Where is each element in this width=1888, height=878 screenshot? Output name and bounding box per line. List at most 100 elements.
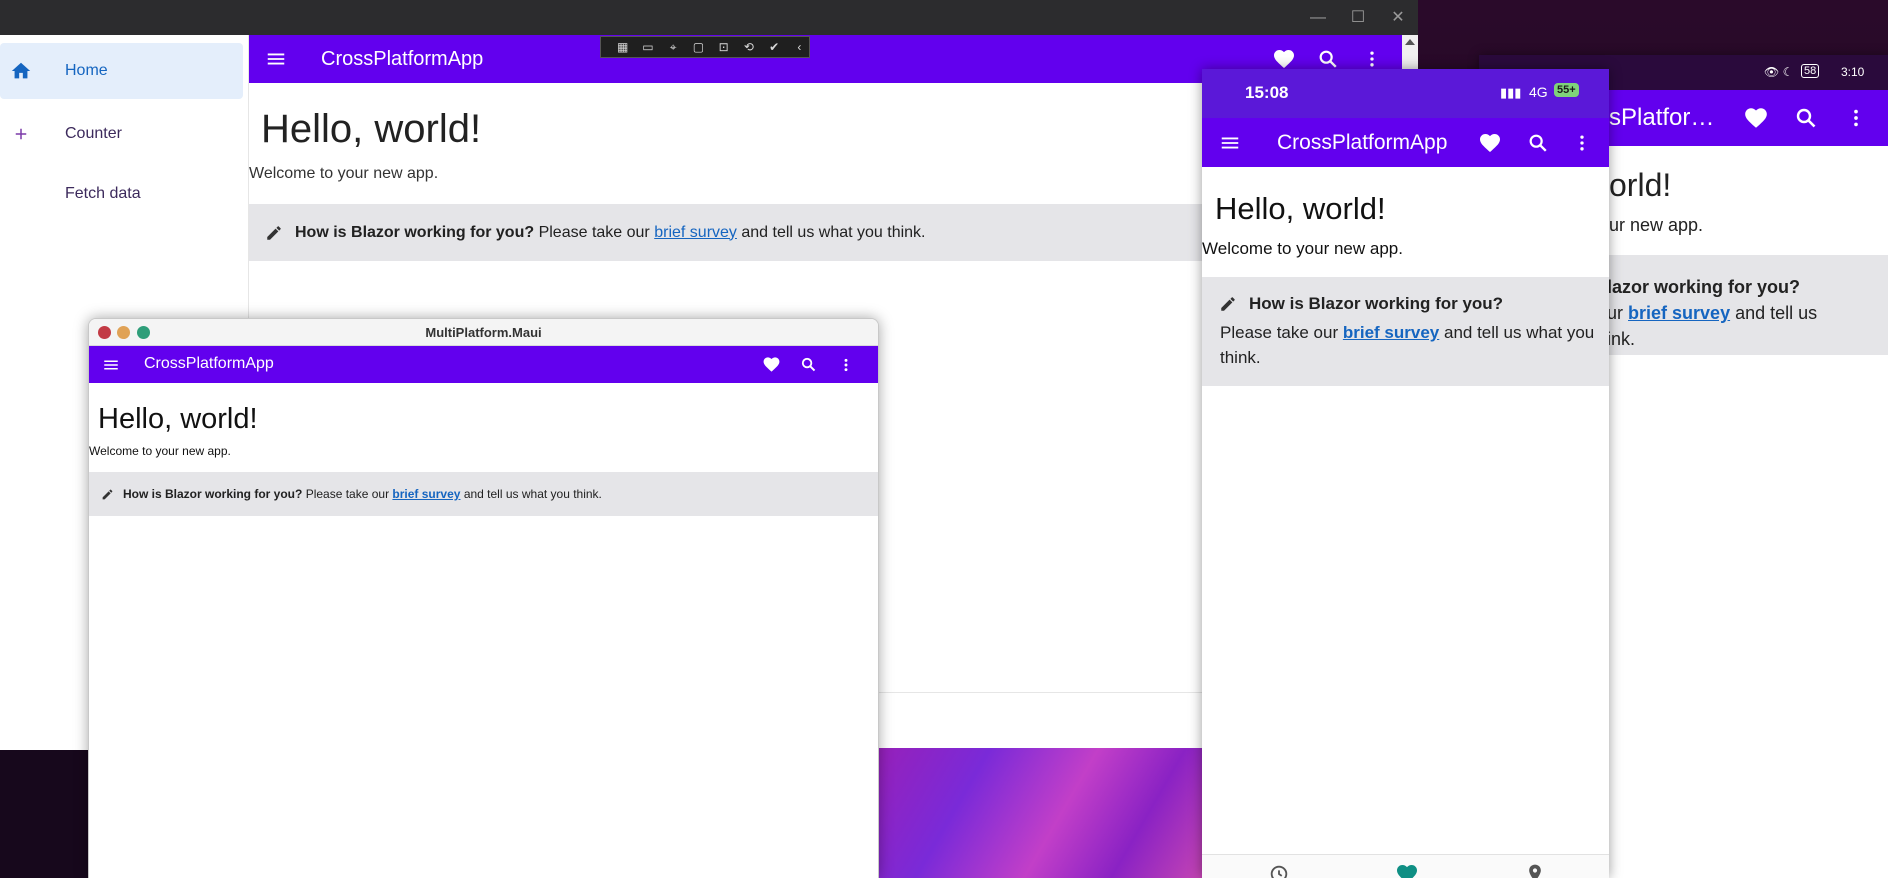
nav-item-label: Counter: [65, 125, 122, 142]
app-title: CrossPlatformApp: [1277, 131, 1448, 154]
hot-reload-icon[interactable]: ⟲: [739, 39, 758, 55]
search-button[interactable]: [1515, 118, 1561, 167]
more-vert-icon: [1362, 49, 1382, 69]
page-title: orld!: [1609, 167, 1672, 203]
survey-text: ink.: [1607, 329, 1636, 349]
more-options-button[interactable]: [828, 346, 864, 383]
scroll-up-arrow[interactable]: [1405, 39, 1415, 45]
select-element-icon[interactable]: ▦: [613, 39, 632, 55]
battery-indicator: 55+: [1554, 83, 1579, 97]
menu-icon: [265, 48, 287, 70]
network-type: 4G: [1529, 84, 1548, 100]
survey-link[interactable]: brief survey: [392, 487, 460, 501]
favorite-button[interactable]: [1732, 94, 1780, 142]
more-options-button[interactable]: [1560, 118, 1604, 167]
favorite-button[interactable]: [1467, 118, 1513, 167]
pencil-icon: [265, 224, 283, 242]
pencil-icon: [1219, 295, 1237, 313]
clock: 3:10: [1841, 65, 1865, 79]
android-phone-window: 15:08 ▮▮▮ 4G 55+ CrossPlatformApp Hello,…: [1202, 69, 1609, 878]
heart-icon: [762, 355, 781, 374]
search-icon: [1794, 106, 1818, 130]
mac-app-window: MultiPlatform.Maui CrossPlatformApp Hell…: [88, 318, 879, 878]
search-icon: [800, 356, 817, 373]
window-titlebar: — ☐ ✕: [0, 0, 1418, 35]
more-vert-icon: [1572, 133, 1592, 153]
clock: 15:08: [1245, 83, 1289, 102]
survey-text: Please take our: [305, 487, 390, 501]
survey-question: How is Blazor working for you?: [1249, 294, 1504, 313]
status-bar: 15:08 ▮▮▮ 4G 55+: [1202, 69, 1609, 118]
pencil-icon: [101, 488, 114, 501]
nav-item-label: Home: [65, 62, 108, 79]
nav-item-counter[interactable]: Counter: [0, 106, 243, 162]
layout-icon[interactable]: ▢: [689, 39, 708, 55]
app-bar: CrossPlatformApp: [89, 346, 878, 383]
survey-link[interactable]: brief survey: [1628, 303, 1730, 323]
survey-prompt: How is Blazor working for you? Please ta…: [249, 204, 1209, 261]
more-options-button[interactable]: [1832, 94, 1880, 142]
welcome-text: Welcome to your new app.: [89, 444, 231, 458]
search-icon: [1317, 48, 1339, 70]
page-title: Hello, world!: [261, 107, 482, 151]
collapse-icon[interactable]: ‹: [790, 39, 809, 55]
signal-icon: ▮▮▮: [1500, 85, 1522, 100]
survey-text: and tell us what you think.: [463, 487, 602, 501]
menu-button[interactable]: [89, 346, 133, 383]
survey-prompt: How is Blazor working for you? Please ta…: [89, 472, 878, 516]
search-button[interactable]: [1782, 94, 1830, 142]
survey-prompt: How is Blazor working for you? Please ta…: [1202, 277, 1609, 386]
plus-icon: [1, 106, 41, 162]
welcome-text: Welcome to your new app.: [1202, 239, 1403, 258]
welcome-text: Welcome to your new app.: [249, 165, 439, 182]
menu-icon: [1219, 132, 1241, 154]
survey-link[interactable]: brief survey: [654, 224, 737, 242]
battery-indicator: 58: [1801, 64, 1820, 78]
heart-icon: [1272, 47, 1296, 71]
wallpaper: [860, 748, 1220, 878]
menu-button[interactable]: [249, 35, 303, 83]
favorite-button[interactable]: [753, 346, 789, 383]
survey-text: Please take our: [538, 223, 650, 241]
app-title: sPlatfor…: [1609, 104, 1715, 131]
maximize-button[interactable]: ☐: [1338, 4, 1378, 32]
survey-body: Please take our brief survey and tell us…: [1220, 320, 1605, 370]
menu-button[interactable]: [1208, 118, 1252, 167]
welcome-text: ur new app.: [1609, 215, 1704, 235]
more-vert-icon: [1845, 107, 1867, 129]
heart-icon[interactable]: [1395, 862, 1419, 878]
survey-link[interactable]: brief survey: [1343, 323, 1439, 342]
location-icon[interactable]: [1525, 862, 1545, 878]
nav-item-home[interactable]: Home: [0, 43, 243, 99]
status-icons: 👁 ☾: [1764, 65, 1794, 79]
survey-text: ur: [1607, 303, 1624, 323]
pointer-icon[interactable]: ⌖: [664, 39, 683, 55]
adorners-icon[interactable]: ⊡: [714, 39, 733, 55]
nav-item-fetch-data[interactable]: Fetch data: [0, 166, 243, 222]
heart-icon: [1743, 105, 1769, 131]
check-icon[interactable]: ✔: [765, 39, 784, 55]
survey-question: lazor working for you?: [1607, 277, 1801, 297]
close-button[interactable]: ✕: [1378, 4, 1418, 32]
search-button[interactable]: [790, 346, 826, 383]
survey-question: How is Blazor working for you?: [123, 487, 303, 501]
page-title: Hello, world!: [1215, 191, 1386, 226]
app-title: CrossPlatformApp: [144, 355, 274, 372]
list-icon: [1, 166, 41, 222]
more-vert-icon: [838, 357, 854, 373]
survey-text: and tell us what you think.: [741, 223, 926, 241]
menu-icon: [102, 356, 120, 374]
nav-item-label: Fetch data: [65, 185, 141, 202]
debug-toolbar: ▦ ▭ ⌖ ▢ ⊡ ⟲ ✔ ‹: [600, 36, 810, 58]
minimize-button[interactable]: —: [1298, 4, 1338, 32]
window-titlebar: MultiPlatform.Maui: [89, 319, 878, 346]
record-icon[interactable]: ▭: [638, 39, 657, 55]
history-icon[interactable]: [1268, 863, 1290, 878]
survey-text: Please take our: [1220, 323, 1339, 342]
survey-question: How is Blazor working for you?: [295, 223, 535, 241]
bottom-navigation: [1202, 854, 1609, 878]
app-title: CrossPlatformApp: [321, 47, 484, 70]
survey-text: and tell us: [1735, 303, 1818, 323]
window-title: MultiPlatform.Maui: [425, 325, 542, 340]
page-title: Hello, world!: [98, 403, 258, 435]
